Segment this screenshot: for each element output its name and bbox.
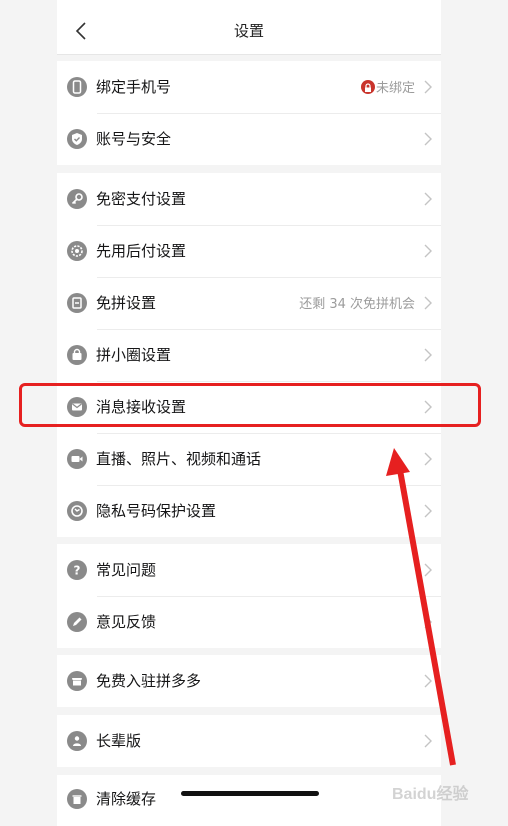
watermark-text: Baidu经验	[392, 786, 469, 803]
watermark-logo: Baidu经验	[388, 770, 498, 814]
annotation-arrow-icon	[386, 448, 456, 766]
